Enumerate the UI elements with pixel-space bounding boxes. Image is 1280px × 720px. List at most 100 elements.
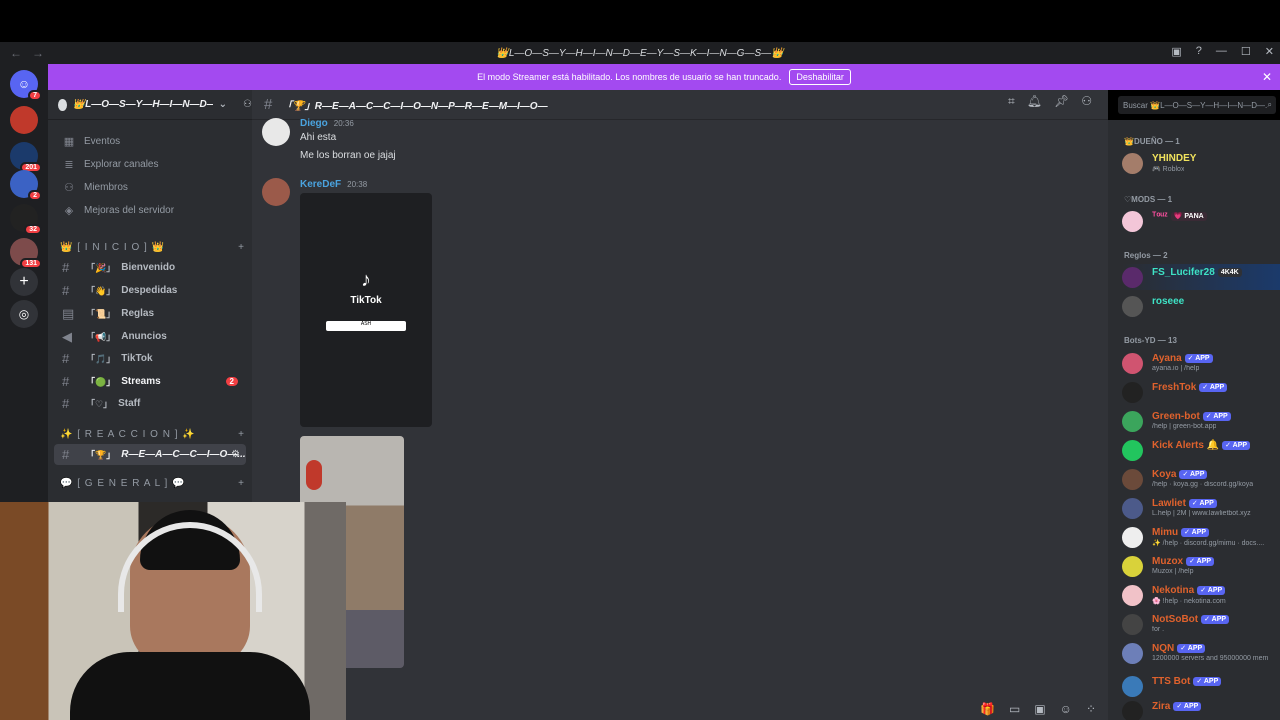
text-channel-icon: # (62, 260, 70, 275)
message-text: Me los borran oe jajaj (300, 150, 396, 161)
search-input[interactable]: Buscar 👑L—O—S—Y—H—I—N—D—... ⌕ (1118, 96, 1276, 114)
help-icon[interactable]: ? (1196, 45, 1202, 58)
server-icon[interactable]: 201 (10, 142, 42, 173)
channel-reglas[interactable]: ▤ 「📜」 Reglas (54, 303, 246, 324)
member-item[interactable]: Green-bot ✓ APP/help | green-bot.app (1122, 408, 1280, 434)
settings-gear-icon[interactable]: ⚙ (231, 449, 240, 460)
minimize-icon[interactable]: — (1216, 45, 1227, 58)
inbox-icon[interactable]: ▣ (1171, 45, 1181, 58)
invite-people-icon[interactable]: ⚇ (243, 99, 252, 110)
add-server-icon[interactable]: + (10, 268, 38, 296)
threads-icon[interactable]: ⌗ (1008, 94, 1015, 109)
chat-area: # 「🏆」R—E—A—C—C—I—O—N—P—R—E—M—I—O— Diego 2… (252, 90, 1108, 720)
rules-channel-icon: ▤ (62, 305, 75, 321)
notification-bell-icon[interactable]: 🔔︎ (1027, 94, 1042, 109)
close-window-icon[interactable]: ✕ (1265, 45, 1274, 58)
member-item[interactable]: FreshTok ✓ APP (1122, 379, 1280, 405)
member-item[interactable]: ᵀᵒᵘᶻ 💗 PANA (1122, 208, 1280, 234)
gif-icon[interactable]: ▭ (1009, 702, 1020, 716)
role-header: ♡MODS — 1 (1124, 195, 1173, 204)
pin-icon[interactable]: 📌︎ (1054, 94, 1069, 109)
sidebar-item-events[interactable]: ▦ Eventos (60, 131, 245, 151)
member-item[interactable]: Ayana ✓ APP ayana.io | /help (1122, 350, 1280, 376)
server-badge-icon (58, 98, 67, 111)
tiktok-logo-text: TikTok (350, 295, 382, 306)
member-item[interactable]: Lawliet ✓ APP L.help | 2M | www.lawlietbot… (1122, 495, 1280, 521)
channel-bienvenido[interactable]: # 「🎉」 Bienvenido (54, 257, 246, 278)
server-header[interactable]: 👑L—O—S—Y—H—I—N—D—E—Y—S—K—I—N—G—S—👑 ⌄ ⚇ (48, 90, 252, 120)
add-channel-icon[interactable]: + (238, 478, 245, 489)
channel-header: # 「🏆」R—E—A—C—C—I—O—N—P—R—E—M—I—O— (252, 90, 1108, 120)
discord-home-icon[interactable]: ☺ 7 (10, 70, 42, 101)
webcam-overlay (0, 502, 346, 720)
text-channel-icon: # (62, 396, 70, 411)
message-author[interactable]: KereDeF 20:38 (300, 179, 367, 190)
channel-anuncios[interactable]: ◀ 「📢」 Anuncios (54, 326, 246, 347)
explore-icon[interactable]: ◎ (10, 300, 38, 328)
avatar[interactable] (262, 178, 290, 206)
avatar (1122, 211, 1143, 232)
sidebar-item-browse[interactable]: ≣ Explorar canales (60, 154, 245, 174)
maximize-icon[interactable]: ☐ (1241, 45, 1251, 58)
text-channel-icon: # (62, 447, 70, 462)
server-icon[interactable] (10, 106, 38, 134)
boost-icon: ◈ (64, 204, 74, 217)
text-channel-icon: # (62, 374, 70, 389)
logo-icon (306, 460, 322, 490)
channel-streams[interactable]: # 「🟢」 Streams 2 (54, 371, 246, 392)
member-item[interactable]: Nekotina ✓ APP 🌸 !help · nekotina.com (1122, 582, 1280, 608)
browse-channels-icon: ≣ (64, 158, 74, 171)
channel-staff[interactable]: # 「♡」 Staff (54, 393, 246, 414)
tiktok-search-bar[interactable]: ASH (326, 321, 406, 331)
members-icon: ⚇ (64, 181, 74, 194)
channel-despedidas[interactable]: # 「👋」 Despedidas (54, 280, 246, 301)
message-author[interactable]: Diego 20:36 (300, 118, 354, 129)
announcement-icon: ◀ (62, 328, 72, 344)
apps-icon[interactable]: ⁘ (1086, 702, 1096, 716)
gift-icon[interactable]: 🎁 (980, 702, 995, 716)
avatar[interactable] (262, 118, 290, 146)
member-item[interactable]: Kick Alerts 🔔 ✓ APP (1122, 437, 1280, 463)
role-header: Reglos — 2 (1124, 251, 1168, 260)
server-icon[interactable]: 32 (10, 204, 42, 235)
discord-window: ← → 👑L—O—S—Y—H—I—N—D—E—Y—S—K—I—N—G—S—👑 ▣… (0, 0, 1280, 720)
tiktok-embed[interactable]: ♪ TikTok ASH (300, 193, 432, 427)
server-icon[interactable]: 2 (10, 170, 42, 201)
member-item[interactable]: NQN ✓ APP 1200000 servers and 95000000 mem (1122, 640, 1280, 666)
member-item[interactable]: NotSoBot ✓ APP for . (1122, 611, 1280, 637)
avatar (1122, 153, 1143, 174)
member-item[interactable]: TTS Bot ✓ APP (1122, 673, 1280, 699)
member-item[interactable]: FS_Lucifer28 4K4K (1122, 264, 1280, 290)
disable-streamer-button[interactable]: Deshabilitar (789, 69, 851, 85)
member-item[interactable]: YHINDEY 🎮 Roblox (1122, 150, 1280, 176)
chevron-down-icon[interactable]: ⌄ (219, 99, 227, 110)
timestamp: 20:38 (347, 180, 368, 189)
server-icon[interactable]: 131 (10, 238, 42, 269)
sidebar-item-boosts[interactable]: ◈ Mejoras del servidor (60, 200, 245, 220)
category-inicio[interactable]: 👑 [ I N I C I O ] 👑 + (60, 242, 245, 253)
emoji-icon[interactable]: ☺ (1060, 702, 1072, 716)
member-item[interactable]: Zira ✓ APP (1122, 698, 1280, 720)
member-item[interactable]: Muzox ✓ APP Muzox | /help (1122, 553, 1280, 579)
member-item[interactable]: Koya ✓ APP/help · koya.gg · discord.gg/ko… (1122, 466, 1280, 492)
channel-toolbar: ⌗ 🔔︎ 📌︎ ⚇ (1008, 94, 1092, 109)
calendar-icon: ▦ (63, 135, 75, 148)
mention-badge: 2 (225, 377, 238, 386)
member-item[interactable]: roseee (1122, 293, 1280, 319)
member-list-icon[interactable]: ⚇ (1081, 94, 1092, 109)
window-title: 👑L—O—S—Y—H—I—N—D—E—Y—S—K—I—N—G—S—👑 (496, 47, 784, 59)
channel-tiktok[interactable]: # 「🎵」 TikTok (54, 348, 246, 369)
member-item[interactable]: Mimu ✓ APP ✨ /help · discord.gg/mimu · doc… (1122, 524, 1280, 550)
sidebar-item-members[interactable]: ⚇ Miembros (60, 177, 245, 197)
close-icon[interactable]: ✕ (1262, 70, 1272, 84)
channel-reaccion-active[interactable]: # 「🏆」 R—E—A—C—C—I—O—... ⚙ (54, 444, 246, 465)
category-reaccion[interactable]: ✨ [ R E A C C I O N ] ✨ + (60, 429, 245, 440)
sticker-icon[interactable]: ▣ (1034, 702, 1045, 716)
category-general[interactable]: 💬 [ G E N E R A L ] 💬 + (60, 478, 245, 489)
channel-title: 「🏆」R—E—A—C—C—I—O—N—P—R—E—M—I—O— (282, 101, 548, 112)
add-channel-icon[interactable]: + (238, 429, 245, 440)
shirt-shape (70, 652, 310, 720)
add-channel-icon[interactable]: + (238, 242, 245, 253)
search-icon: ⌕ (1267, 100, 1272, 109)
member-list: 👑DUEÑO — 1 YHINDEY 🎮 Roblox ♡MODS — 1 ᵀᵒ… (1108, 120, 1280, 720)
